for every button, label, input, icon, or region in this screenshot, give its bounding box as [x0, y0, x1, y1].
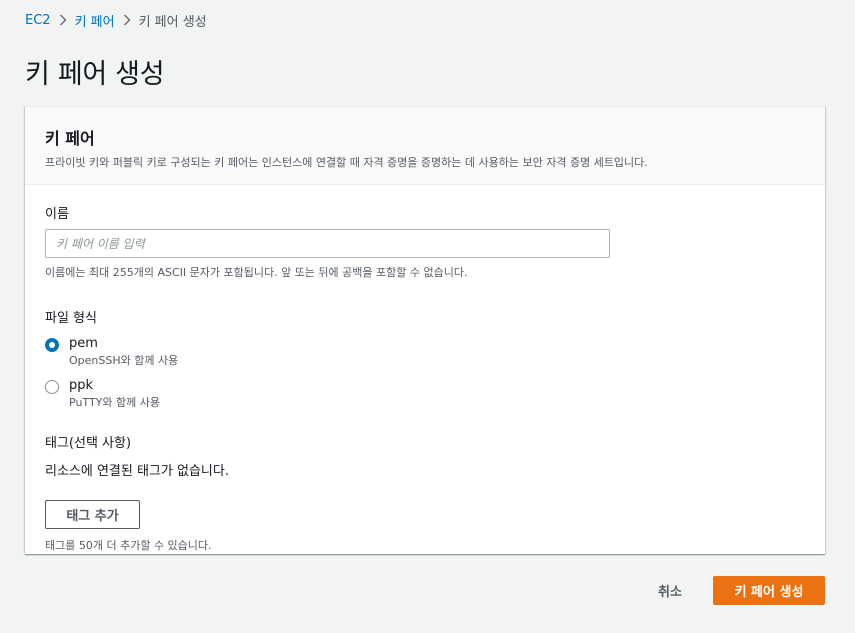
name-hint: 이름에는 최대 255개의 ASCII 문자가 포함됩니다. 앞 또는 뒤에 공… — [45, 266, 468, 279]
file-format-option-ppk[interactable]: ppk PuTTY와 함께 사용 — [45, 377, 805, 410]
panel-header: 키 페어 프라이빗 키와 퍼블릭 키로 구성되는 키 페어는 인스턴스에 연결할… — [25, 107, 825, 185]
panel-description: 프라이빗 키와 퍼블릭 키로 구성되는 키 페어는 인스턴스에 연결할 때 자격… — [45, 156, 648, 169]
option-title: pem — [69, 336, 98, 351]
chevron-right-icon — [51, 14, 75, 26]
tags-empty-text: 리소스에 연결된 태그가 없습니다. — [45, 464, 229, 479]
panel-body: 이름 이름에는 최대 255개의 ASCII 문자가 포함됩니다. 앞 또는 뒤… — [25, 185, 825, 553]
breadcrumb-ec2-link[interactable]: EC2 — [25, 13, 51, 28]
panel-title: 키 페어 — [45, 129, 95, 148]
option-description: PuTTY와 함께 사용 — [69, 396, 160, 409]
breadcrumb-current: 키 페어 생성 — [138, 14, 207, 30]
key-pair-panel: 키 페어 프라이빗 키와 퍼블릭 키로 구성되는 키 페어는 인스턴스에 연결할… — [25, 106, 825, 554]
tags-label: 태그(선택 사항) — [45, 436, 132, 451]
cancel-button[interactable]: 취소 — [642, 576, 698, 605]
create-key-pair-button[interactable]: 키 페어 생성 — [713, 576, 825, 605]
add-tag-button[interactable]: 태그 추가 — [45, 500, 140, 529]
tags-hint: 태그를 50개 더 추가할 수 있습니다. — [45, 539, 212, 552]
breadcrumb: EC2 키 페어 키 페어 생성 — [25, 11, 207, 30]
option-title: ppk — [69, 378, 94, 393]
breadcrumb-key-pairs-link[interactable]: 키 페어 — [75, 11, 115, 30]
file-format-label: 파일 형식 — [45, 311, 97, 326]
chevron-right-icon — [115, 14, 139, 26]
key-pair-name-input[interactable] — [45, 229, 610, 258]
radio-unselected-icon[interactable] — [45, 380, 59, 394]
radio-selected-icon[interactable] — [45, 338, 59, 352]
name-label: 이름 — [45, 207, 69, 222]
page-title: 키 페어 생성 — [25, 59, 165, 90]
file-format-option-pem[interactable]: pem OpenSSH와 함께 사용 — [45, 335, 805, 368]
option-description: OpenSSH와 함께 사용 — [69, 354, 179, 367]
